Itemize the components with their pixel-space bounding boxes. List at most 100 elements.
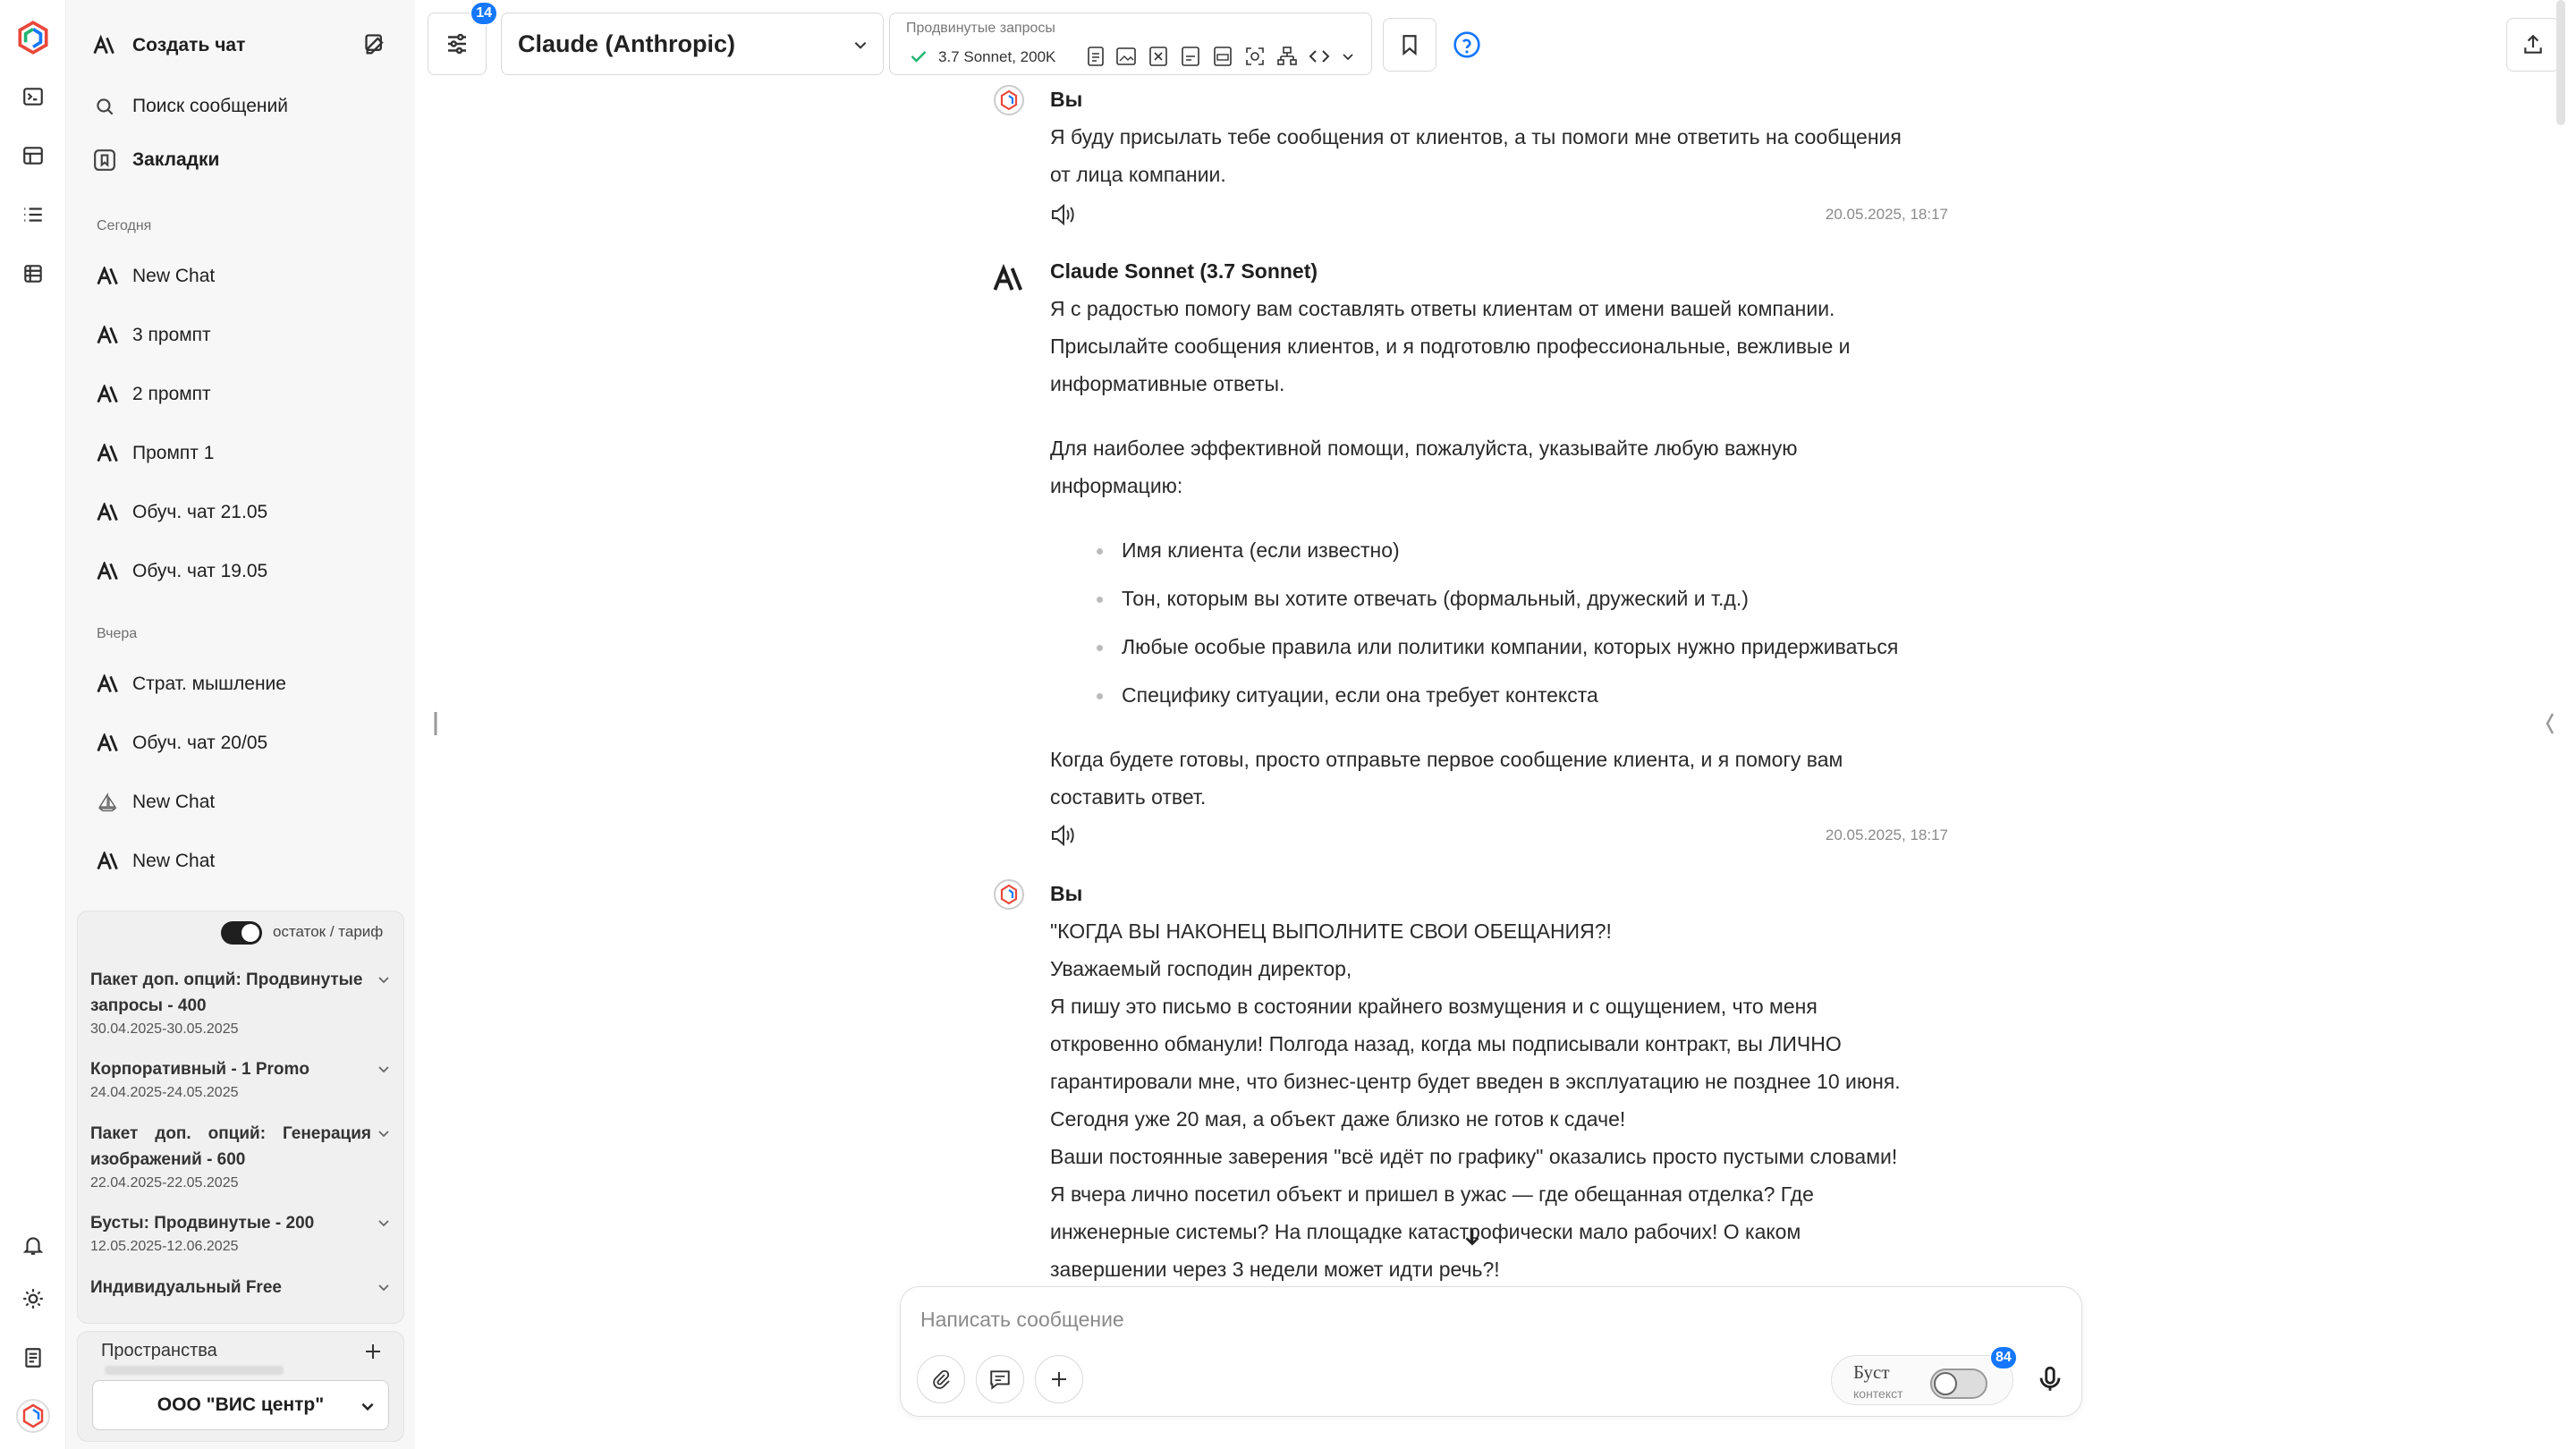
message-body: Я буду присылать тебе сообщения от клиен… <box>1050 118 1948 193</box>
tariff-dates: 30.04.2025-30.05.2025 <box>90 1021 239 1037</box>
balance-toggle[interactable] <box>221 921 262 945</box>
filter-button[interactable]: 14 <box>428 1 498 75</box>
tariff-item[interactable]: Пакет доп. опций: Генерация изображений … <box>90 1121 391 1191</box>
document-icon[interactable] <box>17 1342 49 1374</box>
scroll-down-button[interactable] <box>1454 1218 1490 1254</box>
chat-item-label: Обуч. чат 19.05 <box>132 561 268 581</box>
terminal-icon[interactable] <box>17 80 49 113</box>
prompts-button[interactable] <box>976 1355 1024 1403</box>
plus-icon <box>1052 1372 1066 1386</box>
chat-item[interactable]: Обуч. чат 19.05 <box>97 552 388 591</box>
chevron-down-icon <box>378 1131 389 1138</box>
chat-item[interactable]: 2 промпт <box>97 375 388 414</box>
speaker-icon[interactable] <box>1050 823 1079 848</box>
icon-rail <box>0 0 66 1449</box>
bookmark-button[interactable] <box>1383 18 1436 72</box>
bookmarks-link[interactable]: Закладки <box>93 143 388 177</box>
add-space-icon[interactable] <box>362 1341 384 1362</box>
file-pdf-icon <box>1182 47 1199 66</box>
chat-item-label: Обуч. чат 20/05 <box>132 733 268 753</box>
tariff-item[interactable]: Корпоративный - 1 Promo 24.04.2025-24.05… <box>90 1056 391 1101</box>
topbar: 14 Claude (Anthropic) Продвинутые запрос… <box>415 0 2576 89</box>
list-icon[interactable] <box>17 199 49 231</box>
chat-item-label: New Chat <box>132 851 216 871</box>
chevron-down-icon <box>854 42 867 49</box>
arrow-down-icon <box>1465 1228 1479 1246</box>
message-timestamp: 20.05.2025, 18:17 <box>1825 826 1948 843</box>
attach-button[interactable] <box>917 1355 965 1403</box>
advanced-label: Продвинутые запросы <box>906 21 1055 36</box>
database-icon[interactable] <box>17 258 49 290</box>
microphone-icon[interactable] <box>2035 1364 2065 1394</box>
chat-item[interactable]: New Chat <box>97 257 388 296</box>
message-body: Я с радостью помогу вам составлять ответ… <box>1050 290 1948 816</box>
right-panel-handle[interactable] <box>2544 712 2555 735</box>
chat-item[interactable]: Обуч. чат 20/05 <box>97 724 388 763</box>
hierarchy-icon <box>1277 47 1297 65</box>
help-icon[interactable] <box>1453 30 1481 59</box>
tariff-name: Пакет доп. опций: Продвинутые запросы - … <box>90 970 363 1015</box>
logo-icon[interactable] <box>13 18 53 57</box>
check-icon <box>911 51 927 63</box>
sun-icon[interactable] <box>17 1283 49 1315</box>
speaker-icon[interactable] <box>1050 202 1079 227</box>
text-line: информацию: <box>1050 474 1183 497</box>
paperclip-icon <box>933 1369 950 1389</box>
bookmark-icon <box>1402 35 1417 56</box>
chevron-down-icon <box>378 1220 389 1227</box>
boost-toggle[interactable] <box>1930 1368 1987 1399</box>
scan-icon <box>1246 47 1264 65</box>
tariff-item[interactable]: Индивидуальный Free <box>90 1275 391 1301</box>
edit-icon[interactable] <box>363 32 388 62</box>
tariff-name: Пакет доп. опций: Генерация изображений … <box>90 1124 371 1169</box>
add-button[interactable] <box>1035 1355 1083 1403</box>
chevron-down-icon <box>1343 54 1353 61</box>
chevron-down-icon <box>378 1066 389 1073</box>
sailboat-icon <box>97 792 117 812</box>
sidebar-collapse-handle[interactable] <box>433 712 438 735</box>
chat-item[interactable]: 3 промпт <box>97 316 388 355</box>
search-messages[interactable]: Поиск сообщений <box>93 89 388 123</box>
tariff-item[interactable]: Бусты: Продвинутые - 200 12.05.2025-12.0… <box>90 1210 391 1255</box>
tariff-dates: 22.04.2025-22.05.2025 <box>90 1175 239 1191</box>
bullet-list: Имя клиента (если известно) Тон, которым… <box>1050 531 1948 714</box>
message-input[interactable] <box>920 1301 1725 1337</box>
chat-item[interactable]: New Chat <box>97 842 388 881</box>
chat-scrollbar[interactable] <box>2556 0 2565 125</box>
boost-context[interactable]: Буст контекст 84 <box>1831 1345 2018 1405</box>
text-line: Для наиболее эффективной помощи, пожалуй… <box>1050 436 1798 460</box>
chat-item[interactable]: Промпт 1 <box>97 434 388 473</box>
chat-item[interactable]: Страт. мышление <box>97 665 388 704</box>
text-line: "КОГДА ВЫ НАКОНЕЦ ВЫПОЛНИТЕ СВОИ ОБЕЩАНИ… <box>1050 919 1612 943</box>
bell-icon[interactable] <box>17 1229 49 1261</box>
org-select[interactable]: ООО "ВИС центр" <box>92 1380 389 1430</box>
text-line: завершении через 3 недели может идти реч… <box>1050 1258 1500 1281</box>
bookmark-icon <box>94 149 115 171</box>
export-button[interactable] <box>2506 18 2560 72</box>
model-select[interactable]: Claude (Anthropic) <box>501 13 884 75</box>
text-line: Уважаемый господин директор, <box>1050 957 1352 980</box>
chat-item[interactable]: New Chat <box>97 783 388 822</box>
message-sender: Вы <box>1050 88 1083 111</box>
chat-item-label: 3 промпт <box>132 325 211 345</box>
message-body: "КОГДА ВЫ НАКОНЕЦ ВЫПОЛНИТЕ СВОИ ОБЕЩАНИ… <box>1050 912 1948 1288</box>
spaces-label: Пространства <box>101 1341 217 1360</box>
create-chat-button[interactable]: Создать чат <box>93 29 388 63</box>
text-line: Когда будете готовы, просто отправьте пе… <box>1050 748 1843 771</box>
chat-item-label: New Chat <box>132 266 216 286</box>
chat-item-label: 2 промпт <box>132 384 211 404</box>
tariff-item[interactable]: Пакет доп. опций: Продвинутые запросы - … <box>90 967 391 1038</box>
tariff-panel: остаток / тариф Пакет доп. опций: Продви… <box>77 911 404 1324</box>
tariff-dates: 24.04.2025-24.05.2025 <box>90 1085 239 1100</box>
table-icon[interactable] <box>17 140 49 172</box>
anthropic-icon <box>993 263 1022 291</box>
file-type-icons <box>1087 46 1355 67</box>
message-sender: Claude Sonnet (3.7 Sonnet) <box>1050 259 1318 283</box>
tariff-dates: 12.05.2025-12.06.2025 <box>90 1239 239 1254</box>
chat-item-label: Страт. мышление <box>132 674 286 694</box>
advanced-requests[interactable]: Продвинутые запросы 3.7 Sonnet, 200K <box>889 13 1372 75</box>
chat-item[interactable]: Обуч. чат 21.05 <box>97 493 388 532</box>
avatar-logo-icon[interactable] <box>14 1397 52 1435</box>
text-line: инженерные системы? На площадке катастро… <box>1050 1220 1801 1243</box>
text-line: Сегодня уже 20 мая, а объект даже близко… <box>1050 1107 1626 1131</box>
